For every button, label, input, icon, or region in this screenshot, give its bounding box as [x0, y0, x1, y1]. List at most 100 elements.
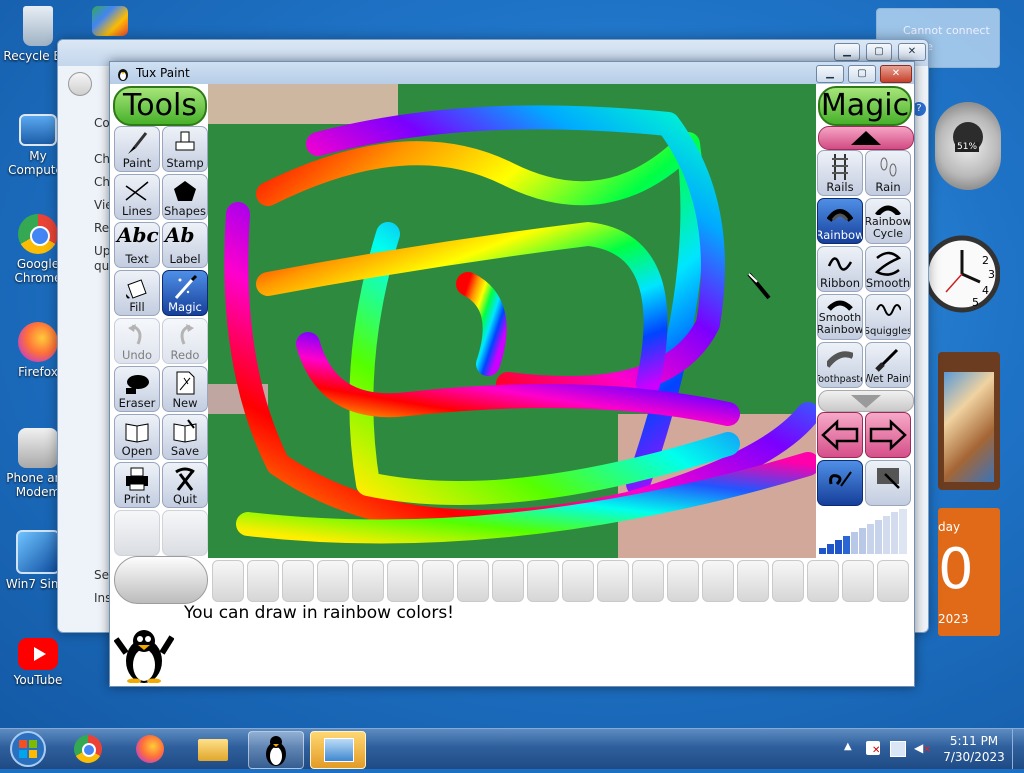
color-swatch[interactable] — [842, 560, 874, 602]
magic-rainbow-cycle[interactable]: Rainbow Cycle — [865, 198, 911, 244]
tuxpaint-window[interactable]: Tux Paint ▁ ▢ ✕ Tools Paint Stamp Lines … — [109, 61, 915, 687]
text-tool-icon: Abc — [117, 223, 159, 247]
win7-icon — [16, 530, 60, 574]
desktop-icon-label: YouTube — [13, 673, 63, 687]
color-swatch[interactable] — [317, 560, 349, 602]
color-swatch[interactable] — [212, 560, 244, 602]
action-center-icon[interactable]: ✕ — [866, 741, 880, 756]
magic-next-arrow-button[interactable] — [865, 412, 911, 458]
color-swatch[interactable] — [772, 560, 804, 602]
color-swatch[interactable] — [352, 560, 384, 602]
magic-scroll-down-button[interactable] — [818, 390, 914, 412]
clock-gadget[interactable]: 2 3 4 5 — [922, 212, 1001, 334]
tool-save[interactable]: Save — [162, 414, 208, 460]
label-tool-icon: Ab — [165, 223, 195, 247]
current-color-pill[interactable] — [114, 556, 208, 604]
magic-toothpaste[interactable]: Toothpaste — [817, 342, 863, 388]
tool-fill[interactable]: Fill — [114, 270, 160, 316]
bg-minimize-button[interactable]: ▁ — [834, 43, 860, 61]
color-swatch[interactable] — [387, 560, 419, 602]
tool-slot-empty — [114, 510, 160, 556]
taskbar-firefox-button[interactable] — [124, 731, 178, 767]
desktop-icon-youtube[interactable]: YouTube — [2, 638, 74, 687]
color-swatch[interactable] — [562, 560, 594, 602]
tool-paint[interactable]: Paint — [114, 126, 160, 172]
phone-icon — [18, 428, 58, 468]
svg-text:4: 4 — [982, 284, 989, 297]
tool-stamp[interactable]: Stamp — [162, 126, 208, 172]
magic-rails[interactable]: Rails — [817, 150, 863, 196]
taskbar-tuxpaint-button[interactable] — [248, 731, 304, 769]
magic-label: Rain — [875, 180, 901, 194]
tool-redo[interactable]: Redo — [162, 318, 208, 364]
magic-mode-fullscreen-button[interactable] — [865, 460, 911, 506]
taskbar-explorer-button[interactable] — [186, 731, 240, 767]
taskbar-clock[interactable]: 5:11 PM 7/30/2023 — [938, 733, 1010, 765]
color-swatch[interactable] — [667, 560, 699, 602]
tool-eraser[interactable]: Eraser — [114, 366, 160, 412]
maximize-button[interactable]: ▢ — [848, 65, 876, 83]
taskbar: ▲ ✕ ◀✕ 5:11 PM 7/30/2023 — [0, 728, 1024, 769]
tool-new[interactable]: New — [162, 366, 208, 412]
color-swatch[interactable] — [247, 560, 279, 602]
magic-rainbow[interactable]: Rainbow — [817, 198, 863, 244]
color-swatch[interactable] — [632, 560, 664, 602]
magic-squiggles[interactable]: Squiggles — [865, 294, 911, 340]
magic-wet-paint[interactable]: Wet Paint — [865, 342, 911, 388]
network-icon[interactable] — [890, 741, 906, 757]
tool-label[interactable]: Ab Label — [162, 222, 208, 268]
color-swatch[interactable] — [457, 560, 489, 602]
magic-scroll-up-button[interactable] — [818, 126, 914, 150]
taskbar-control-panel-button[interactable] — [310, 731, 366, 769]
drawing-canvas[interactable] — [208, 84, 816, 558]
rails-icon — [832, 154, 848, 180]
start-button[interactable] — [4, 729, 48, 769]
color-swatch[interactable] — [877, 560, 909, 602]
magic-smooth-rainbow[interactable]: Smooth Rainbow — [817, 294, 863, 340]
cpu-meter-gadget[interactable]: 51% — [935, 102, 1001, 190]
tool-lines[interactable]: Lines — [114, 174, 160, 220]
color-palette — [208, 556, 914, 606]
magic-prev-arrow-button[interactable] — [817, 412, 863, 458]
tool-undo[interactable]: Undo — [114, 318, 160, 364]
tuxpaint-titlebar[interactable]: Tux Paint ▁ ▢ ✕ — [110, 62, 914, 84]
magic-smooth[interactable]: Smooth — [865, 246, 911, 292]
color-swatch[interactable] — [597, 560, 629, 602]
bg-text-line[interactable]: Ch — [94, 152, 110, 166]
tool-quit[interactable]: Quit — [162, 462, 208, 508]
tool-shapes[interactable]: Shapes — [162, 174, 208, 220]
color-swatch[interactable] — [282, 560, 314, 602]
color-swatch[interactable] — [492, 560, 524, 602]
bg-back-button[interactable] — [68, 72, 92, 96]
color-swatch[interactable] — [702, 560, 734, 602]
paint-bucket-icon — [126, 279, 147, 299]
tool-slot-empty — [162, 510, 208, 556]
bg-text-line[interactable]: Ch — [94, 175, 110, 189]
brush-size-selector[interactable] — [817, 508, 911, 556]
color-swatch[interactable] — [807, 560, 839, 602]
desktop-icon-store[interactable] — [80, 6, 140, 39]
tool-open[interactable]: Open — [114, 414, 160, 460]
calendar-date: 0 — [938, 537, 974, 602]
taskbar-chrome-button[interactable] — [62, 731, 116, 767]
bg-close-button[interactable]: ✕ — [898, 43, 926, 61]
fullscreen-mode-icon — [877, 468, 900, 489]
magic-rain[interactable]: Rain — [865, 150, 911, 196]
minimize-button[interactable]: ▁ — [816, 65, 844, 83]
color-swatch[interactable] — [737, 560, 769, 602]
volume-icon[interactable]: ◀✕ — [914, 741, 931, 755]
show-desktop-button[interactable] — [1012, 729, 1024, 769]
slideshow-gadget[interactable] — [938, 352, 1000, 490]
tool-magic[interactable]: Magic — [162, 270, 208, 316]
close-button[interactable]: ✕ — [880, 65, 912, 83]
magic-ribbon[interactable]: Ribbon — [817, 246, 863, 292]
tool-text[interactable]: Abc Text — [114, 222, 160, 268]
color-swatch[interactable] — [527, 560, 559, 602]
magic-mode-paint-button[interactable] — [817, 460, 863, 506]
color-swatch[interactable] — [422, 560, 454, 602]
bg-maximize-button[interactable]: ▢ — [866, 43, 892, 61]
tool-print[interactable]: Print — [114, 462, 160, 508]
calendar-gadget[interactable]: day 0 2023 — [938, 508, 1000, 636]
bg-text-line[interactable]: Up — [94, 244, 110, 258]
show-hidden-icons-button[interactable]: ▲ — [844, 741, 852, 752]
